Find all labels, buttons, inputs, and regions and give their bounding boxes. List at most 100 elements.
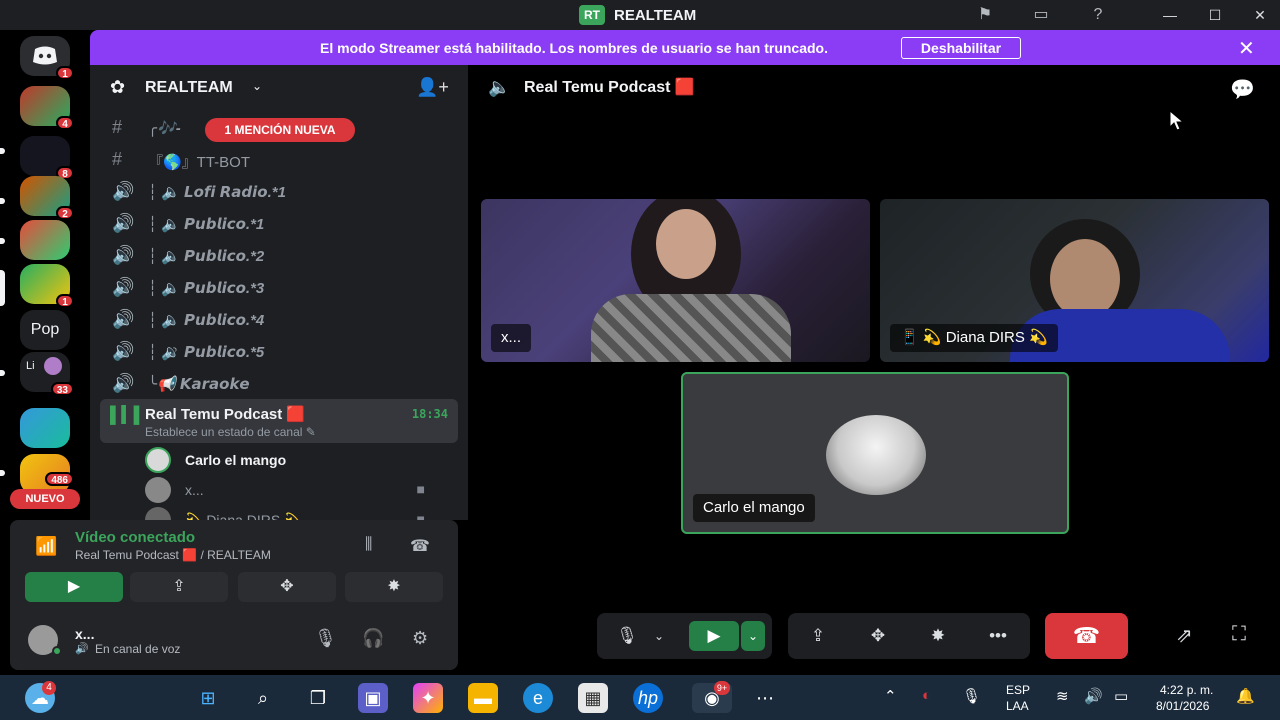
inbox-icon[interactable]: ▭ (1028, 4, 1054, 26)
wifi-icon[interactable]: ≋ (1056, 687, 1069, 705)
server-icon[interactable]: 2 (20, 176, 74, 220)
server-icon[interactable]: 8 (20, 136, 74, 180)
chevron-up-icon[interactable]: ⌃ (884, 687, 897, 705)
audio-video-controls: 🎙 ⌄ ▶ ⌄ (597, 613, 772, 659)
new-badge[interactable]: NUEVO (10, 489, 80, 509)
new-mention-pill[interactable]: 1 MENCIÓN NUEVA (205, 118, 355, 142)
teams-icon[interactable]: ▣ (358, 683, 388, 713)
server-icon[interactable]: 4 (20, 86, 74, 130)
video-tile[interactable]: x... (481, 199, 870, 362)
copilot-icon[interactable]: ✦ (413, 683, 443, 713)
channel-voice[interactable]: 🔊 ┆ 🔈 𝙇𝙤𝙛𝙞 𝙍𝙖𝙙𝙞𝙤.*1 (110, 179, 450, 205)
voice-user[interactable]: x... ■ (145, 477, 445, 503)
share-screen-icon[interactable]: ⇪ (798, 621, 838, 651)
keyboard-layout[interactable]: LAA (1006, 699, 1029, 713)
activities-icon[interactable]: ✥ (858, 621, 898, 651)
set-channel-status[interactable]: Establece un estado de canal ✎ (145, 425, 316, 439)
fullscreen-icon[interactable]: ⛶ (1232, 623, 1246, 646)
hp-icon[interactable]: hp (633, 683, 663, 713)
headphones-icon[interactable]: 🎧 (362, 628, 384, 649)
battery-icon[interactable]: ▭ (1114, 687, 1128, 705)
discord-tray-icon[interactable]: ◐ (922, 687, 931, 704)
voice-icon: 🔊 (75, 643, 89, 655)
chevron-down-icon[interactable]: ⌄ (252, 79, 262, 93)
volume-icon[interactable]: 🔊 (1084, 687, 1103, 705)
clock-date[interactable]: 8/01/2026 (1156, 699, 1209, 713)
unread-indicator (0, 470, 5, 476)
edge-icon[interactable]: e (523, 683, 553, 713)
channel-name: ┆ 🔉 𝙋𝙪𝙗𝙡𝙞𝙘𝙤.*5 (148, 344, 265, 361)
pop-out-icon[interactable]: ⇗ (1176, 623, 1193, 648)
close-icon[interactable]: ✕ (1238, 36, 1255, 61)
server-icon-pop[interactable]: Pop (20, 310, 70, 350)
gear-icon[interactable]: ⚙ (412, 628, 428, 649)
channel-voice[interactable]: 🔊 ┆ 🔈 𝙋𝙪𝙗𝙡𝙞𝙘𝙤.*1 (110, 211, 450, 237)
signal-icon[interactable]: 📶 (35, 536, 57, 557)
file-explorer-icon[interactable]: ▬ (468, 683, 498, 713)
chevron-down-icon[interactable]: ⌄ (741, 621, 765, 651)
store-icon[interactable]: ▦ (578, 683, 608, 713)
keyboard-language[interactable]: ESP (1006, 683, 1030, 697)
voice-user[interactable]: Carlo el mango (145, 447, 445, 473)
channel-voice[interactable]: 🔊 ┆ 🔈 𝙋𝙪𝙗𝙡𝙞𝙘𝙤.*2 (110, 243, 450, 269)
voice-user[interactable]: 💫 Diana DIRS 💫 ■ (145, 507, 445, 520)
mouse-cursor-icon (1169, 110, 1185, 131)
activities-button[interactable]: ✥ (238, 572, 336, 602)
disconnect-icon[interactable]: ☎ (410, 536, 430, 556)
disable-streamer-button[interactable]: Deshabilitar (901, 37, 1021, 59)
channel-voice[interactable]: 🔊 ┆ 🔈 𝙋𝙪𝙗𝙡𝙞𝙘𝙤.*4 (110, 307, 450, 333)
microphone-icon[interactable]: 🎙 (962, 687, 981, 705)
hash-icon: # (112, 149, 123, 169)
server-icon[interactable] (20, 220, 70, 260)
hang-up-button[interactable]: ☎ (1045, 613, 1128, 659)
channel-voice[interactable]: 🔊 ╰📢 𝙆𝙖𝙧𝙖𝙤𝙠𝙚 (110, 371, 450, 397)
minimize-button[interactable]: — (1155, 4, 1185, 26)
channel-voice[interactable]: 🔊 ┆ 🔈 𝙋𝙪𝙗𝙡𝙞𝙘𝙤.*3 (110, 275, 450, 301)
chat-icon[interactable]: 💬 (1230, 77, 1255, 102)
notification-badge: 1 (56, 294, 74, 308)
help-icon[interactable]: ? (1085, 4, 1111, 26)
video-tile[interactable]: 📱 💫 Diana DIRS 💫 (880, 199, 1269, 362)
share-screen-button[interactable]: ⇪ (130, 572, 228, 602)
voice-status-subtitle[interactable]: Real Temu Podcast 🟥 / REALTEAM (75, 548, 271, 562)
user-status: En canal de voz (95, 642, 181, 656)
flag-icon[interactable]: ⚑ (972, 4, 998, 26)
call-duration: 18:34 (411, 407, 448, 421)
noise-suppression-icon[interactable]: ⫼ (365, 536, 372, 554)
channel-text[interactable]: # 『🌎』TT-BOT (110, 147, 450, 173)
channel-voice[interactable]: 🔊 ┆ 🔉 𝙋𝙪𝙗𝙡𝙞𝙘𝙤.*5 (110, 339, 450, 365)
more-apps-icon[interactable]: ⋯ (750, 683, 780, 713)
search-icon[interactable]: ⌕ (248, 683, 278, 713)
maximize-button[interactable]: ☐ (1200, 4, 1230, 26)
voice-status-title: Vídeo conectado (75, 529, 196, 546)
soundboard-button[interactable]: ✸ (345, 572, 443, 602)
voice-user-name: 💫 Diana DIRS 💫 (185, 512, 302, 520)
participant-shirt (591, 294, 791, 362)
microphone-icon[interactable]: 🎙 (607, 621, 647, 651)
server-icon-realteam[interactable]: 1 (20, 264, 74, 308)
start-icon[interactable]: ⊞ (193, 683, 223, 713)
notification-badge: 1 (56, 66, 74, 80)
camera-toggle-button[interactable]: ▶ (25, 572, 123, 602)
active-voice-channel[interactable]: ▌▍▌ Real Temu Podcast 🟥 Establece un est… (100, 399, 458, 443)
participant-name: x... (491, 324, 532, 352)
chevron-down-icon[interactable]: ⌄ (647, 621, 671, 651)
soundboard-icon[interactable]: ✸ (918, 621, 958, 651)
video-tile-speaking[interactable]: Carlo el mango (681, 372, 1069, 534)
camera-icon[interactable]: ▶ (689, 621, 739, 651)
task-view-icon[interactable]: ❐ (303, 683, 333, 713)
selected-server-indicator (0, 270, 5, 306)
add-user-icon[interactable]: 👤+ (416, 77, 449, 98)
microphone-icon[interactable]: 🎙 (314, 628, 337, 649)
server-icon[interactable] (20, 408, 70, 448)
server-name-dropdown[interactable]: REALTEAM (145, 79, 233, 97)
banner-text: El modo Streamer está habilitado. Los no… (320, 40, 828, 56)
clock-time[interactable]: 4:22 p. m. (1160, 683, 1213, 697)
more-options-icon[interactable]: ••• (978, 621, 1018, 651)
notification-bell-icon[interactable]: 🔔 (1236, 687, 1255, 705)
close-window-button[interactable]: ✕ (1245, 4, 1275, 26)
direct-messages-button[interactable]: 1 (20, 36, 74, 80)
server-icon[interactable]: 486 (20, 454, 74, 494)
streamer-mode-banner: El modo Streamer está habilitado. Los no… (90, 30, 1280, 65)
server-folder[interactable]: Li 33 (20, 352, 74, 396)
